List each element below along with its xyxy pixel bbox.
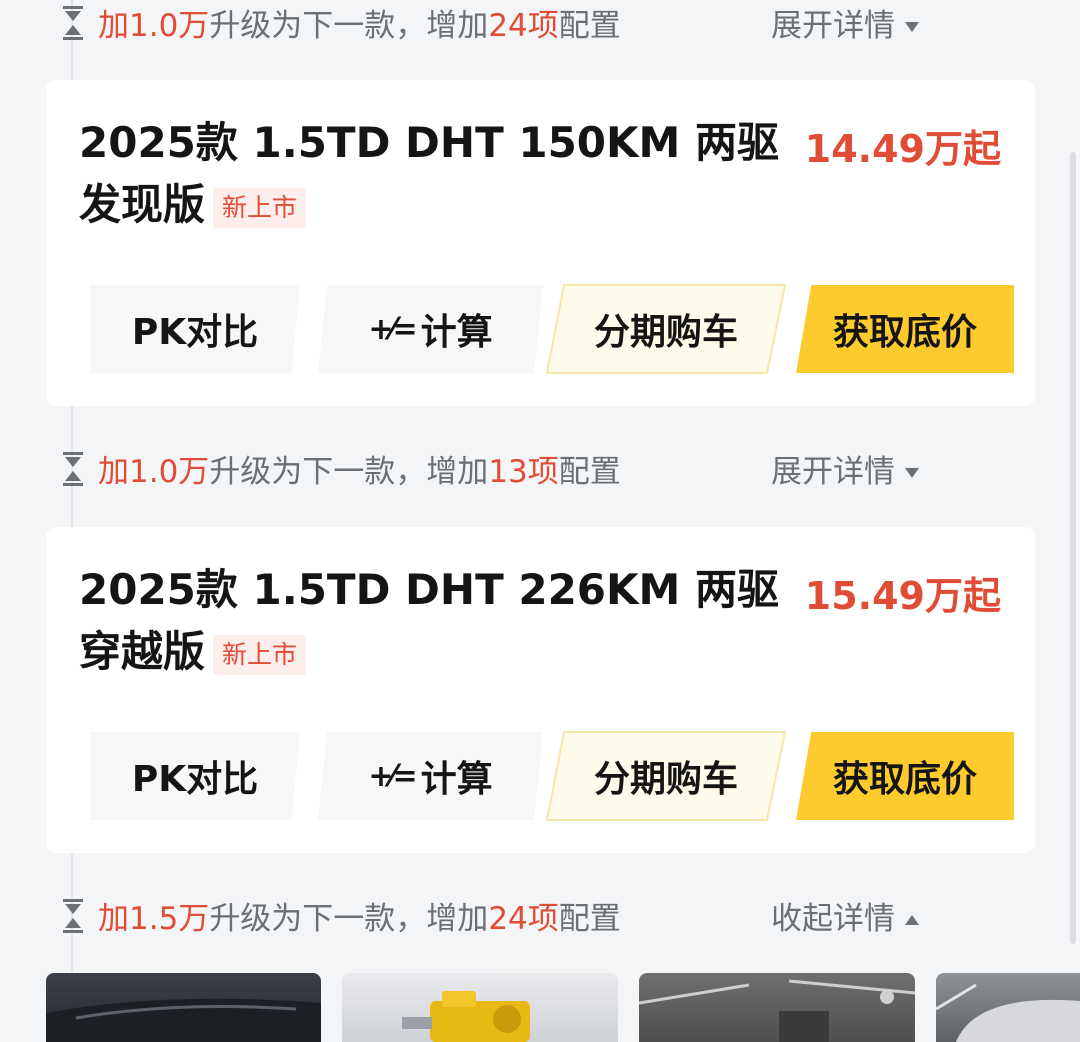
- road-image: [639, 979, 915, 1042]
- upgrade-prefix: 加: [98, 900, 129, 937]
- trim-title: 2025款 1.5TD DHT 226KM 两驱穿越版 新上市: [79, 559, 779, 683]
- upgrade-count: 24项: [488, 900, 559, 937]
- upgrade-middle: 升级为下一款，增加: [209, 7, 489, 44]
- upgrade-row: 加1.5万升级为下一款，增加24项配置 收起详情: [56, 893, 956, 937]
- upgrade-amount: 1.5万: [129, 900, 210, 937]
- pk-label: PK对比: [131, 759, 259, 800]
- config-thumbnail-motor[interactable]: [342, 973, 618, 1042]
- upgrade-text: 加1.0万升级为下一款，增加24项配置: [98, 0, 621, 45]
- caret-up-icon: [905, 915, 919, 925]
- upgrade-count: 13项: [488, 453, 559, 490]
- trim-name: 2025款 1.5TD DHT 226KM 两驱穿越版: [79, 565, 779, 676]
- toggle-label: 展开详情: [771, 453, 895, 490]
- upgrade-text: 加1.0万升级为下一款，增加13项配置: [98, 446, 621, 491]
- upgrade-prefix: 加: [98, 453, 129, 490]
- hourglass-icon: [63, 452, 83, 486]
- upgrade-row: 加1.0万升级为下一款，增加24项配置 展开详情: [56, 0, 956, 44]
- trim-title: 2025款 1.5TD DHT 150KM 两驱发现版 新上市: [79, 112, 779, 236]
- best-price-label: 获取底价: [832, 312, 977, 353]
- interior-image: [46, 998, 321, 1042]
- pk-compare-button[interactable]: PK对比: [90, 285, 300, 373]
- installment-label: 分期购车: [593, 312, 738, 353]
- upgrade-count: 24项: [488, 7, 559, 44]
- new-badge: 新上市: [213, 187, 307, 228]
- upgrade-middle: 升级为下一款，增加: [209, 900, 489, 937]
- calculator-icon: +⁄=: [368, 311, 417, 347]
- collapse-details-toggle[interactable]: 收起详情: [771, 893, 919, 938]
- trim-card[interactable]: 2025款 1.5TD DHT 226KM 两驱穿越版 新上市 15.49万起 P…: [46, 527, 1035, 853]
- upgrade-row: 加1.0万升级为下一款，增加13项配置 展开详情: [56, 446, 956, 490]
- config-thumbnail-interior[interactable]: [46, 973, 321, 1042]
- config-thumbnail-exterior[interactable]: [936, 973, 1080, 1042]
- calculate-button[interactable]: +⁄= 计算: [318, 732, 543, 820]
- expand-details-toggle[interactable]: 展开详情: [771, 446, 919, 491]
- toggle-label: 收起详情: [771, 900, 895, 937]
- installment-button[interactable]: 分期购车: [546, 284, 786, 374]
- best-price-label: 获取底价: [832, 759, 977, 800]
- upgrade-middle: 升级为下一款，增加: [209, 453, 489, 490]
- caret-down-icon: [905, 468, 919, 478]
- upgrade-suffix: 配置: [558, 7, 621, 44]
- pk-compare-button[interactable]: PK对比: [90, 732, 300, 820]
- expand-details-toggle[interactable]: 展开详情: [771, 0, 919, 45]
- upgrade-suffix: 配置: [558, 453, 621, 490]
- upgrade-text: 加1.5万升级为下一款，增加24项配置: [98, 893, 621, 938]
- upgrade-prefix: 加: [98, 7, 129, 44]
- motor-image: [402, 991, 530, 1042]
- calculator-icon: +⁄=: [368, 758, 417, 794]
- trim-card[interactable]: 2025款 1.5TD DHT 150KM 两驱发现版 新上市 14.49万起 P…: [46, 80, 1035, 406]
- calc-label: 计算: [420, 759, 493, 800]
- installment-label: 分期购车: [593, 759, 738, 800]
- hourglass-icon: [63, 6, 83, 40]
- calculate-button[interactable]: +⁄= 计算: [318, 285, 543, 373]
- upgrade-suffix: 配置: [558, 900, 621, 937]
- trim-price: 14.49万起: [804, 127, 1001, 171]
- upgrade-amount: 1.0万: [129, 453, 210, 490]
- config-thumbnail-road[interactable]: [639, 973, 915, 1042]
- get-best-price-button[interactable]: 获取底价: [796, 732, 1014, 820]
- trim-price: 15.49万起: [804, 574, 1001, 618]
- upgrade-amount: 1.0万: [129, 7, 210, 44]
- hourglass-icon: [63, 899, 83, 933]
- scrollbar[interactable]: [1070, 152, 1076, 944]
- pk-label: PK对比: [131, 312, 259, 353]
- get-best-price-button[interactable]: 获取底价: [796, 285, 1014, 373]
- trim-name: 2025款 1.5TD DHT 150KM 两驱发现版: [79, 118, 779, 229]
- calc-label: 计算: [420, 312, 493, 353]
- exterior-image: [936, 983, 1080, 1042]
- new-badge: 新上市: [213, 634, 307, 675]
- installment-button[interactable]: 分期购车: [546, 731, 786, 821]
- caret-down-icon: [905, 22, 919, 32]
- toggle-label: 展开详情: [771, 7, 895, 44]
